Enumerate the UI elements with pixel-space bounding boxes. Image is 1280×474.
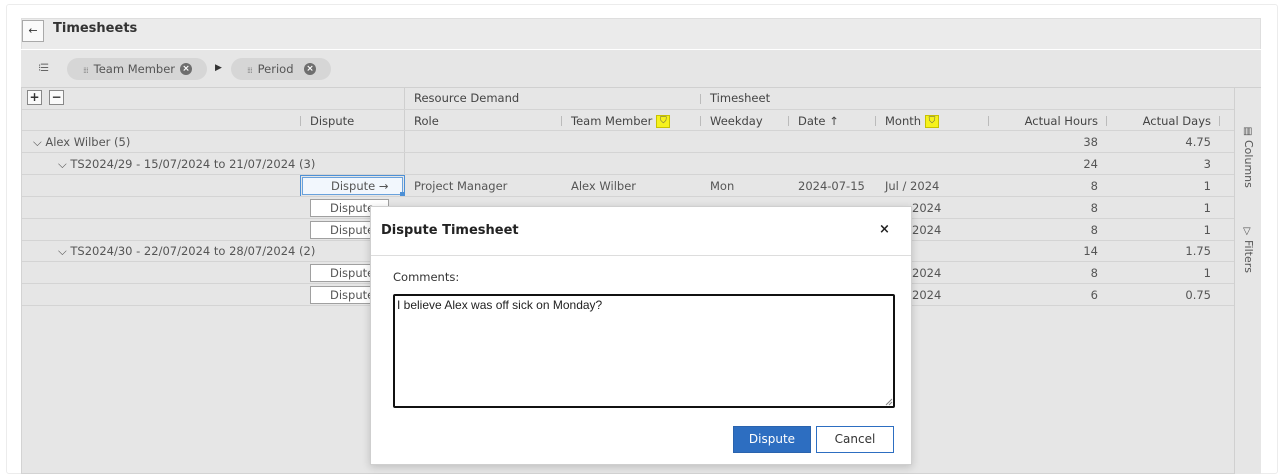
days-cell: 1 [1203,223,1211,237]
column-group-resource-demand: Resource Demand [414,91,520,105]
resize-handle-icon[interactable] [884,397,893,406]
column-header-actual-hours[interactable]: Actual Hours [1000,114,1098,128]
date-cell: 2024-07-15 [798,179,865,193]
caret-right-icon: ▶ [215,63,222,73]
filters-tab[interactable]: Filters [1242,240,1255,273]
hours-cell: 8 [1090,179,1098,193]
close-icon[interactable]: × [879,222,890,237]
remove-chip-icon[interactable]: × [180,63,192,75]
role-cell: Project Manager [414,179,508,193]
drag-handle-icon[interactable]: ⁞⁞⁞ [83,66,89,75]
dispute-cell-button[interactable]: Dispute → [302,177,403,195]
header-separator [300,116,301,126]
month-cell: 2024 [912,223,942,237]
header-separator [875,116,876,126]
columns-tab[interactable]: Columns [1242,140,1255,188]
group-label: TS2024/29 - 15/07/2024 to 21/07/2024 (3) [70,157,316,171]
hours-cell: 8 [1090,266,1098,280]
dialog-title: Dispute Timesheet [381,223,519,238]
filter-active-icon[interactable]: ⛉ [925,115,940,128]
back-button[interactable]: ← [22,20,44,42]
column-header-actual-days[interactable]: Actual Days [1112,114,1211,128]
collapse-all-button[interactable]: − [49,90,64,105]
remove-chip-icon[interactable]: × [304,63,316,75]
group-days: 4.75 [1185,135,1211,149]
column-header-label: Team Member [571,114,653,128]
hours-cell: 8 [1090,223,1098,237]
column-header-dispute[interactable]: Dispute [310,114,354,128]
group-chip-label: Period [257,62,294,76]
header-separator [1106,116,1107,126]
group-row-ts30[interactable]: ⌵ TS2024/30 - 22/07/2024 to 28/07/2024 (… [58,240,315,262]
columns-icon[interactable]: ▥ [1243,126,1252,137]
days-cell: 1 [1203,266,1211,280]
arrow-left-icon: ← [28,24,38,37]
days-cell: 1 [1203,201,1211,215]
group-row-ts29[interactable]: ⌵ TS2024/29 - 15/07/2024 to 21/07/2024 (… [58,153,315,175]
dispute-label: Dispute [331,179,376,193]
team-member-cell: Alex Wilber [571,179,637,193]
month-cell: Jul / 2024 [885,179,940,193]
header-separator [700,116,701,126]
chevron-down-icon[interactable]: ⌵ [58,157,67,171]
group-days: 3 [1203,157,1211,171]
month-cell: 2024 [912,266,942,280]
column-header-weekday[interactable]: Weekday [710,114,763,128]
hours-cell: 6 [1090,288,1098,302]
group-tree-icon: ⁝☰ [38,63,49,74]
group-chip-period[interactable]: ⁞⁞⁞ Period × [231,58,331,80]
month-cell: 2024 [912,201,942,215]
hours-cell: 8 [1090,201,1098,215]
drag-handle-icon[interactable]: ⁞⁞⁞ [247,66,253,75]
group-chip-label: Team Member [93,62,175,76]
column-group-timesheet: Timesheet [710,91,771,105]
group-panel [21,50,1261,88]
header-separator [988,116,989,126]
group-hours: 14 [1083,244,1098,258]
column-header-label: Date [798,114,826,128]
header-separator [561,116,562,126]
column-header-date[interactable]: Date ↑ [798,114,839,128]
column-header-role[interactable]: Role [414,114,439,128]
filter-active-icon[interactable]: ⛉ [656,115,671,128]
filter-icon[interactable]: ▽ [1243,226,1251,237]
dispute-submit-button[interactable]: Dispute [733,426,811,453]
group-days: 1.75 [1185,244,1211,258]
days-cell: 0.75 [1185,288,1211,302]
month-cell: 2024 [912,288,942,302]
group-label: TS2024/30 - 22/07/2024 to 28/07/2024 (2) [70,244,316,258]
page-title: Timesheets [53,21,138,36]
column-header-team-member[interactable]: Team Member ⛉ [571,114,671,128]
column-header-label: Month [885,114,922,128]
group-chip-team-member[interactable]: ⁞⁞⁞ Team Member × [67,58,207,80]
group-row-alex[interactable]: ⌵ Alex Wilber (5) [33,131,130,153]
chevron-down-icon[interactable]: ⌵ [58,244,67,258]
column-header-month[interactable]: Month ⛉ [885,114,940,128]
header-separator [1219,116,1220,126]
arrow-right-icon: → [378,179,389,193]
dialog-divider [371,255,911,256]
days-cell: 1 [1203,179,1211,193]
comments-label: Comments: [393,270,460,284]
header-separator [788,116,789,126]
weekday-cell: Mon [710,179,735,193]
group-hours: 38 [1083,135,1098,149]
sort-ascending-icon: ↑ [829,114,839,128]
header-divider [22,109,1234,110]
cancel-button[interactable]: Cancel [816,426,894,453]
chevron-down-icon[interactable]: ⌵ [33,135,42,149]
pinned-column-divider [404,88,405,176]
expand-all-button[interactable]: + [27,90,42,105]
group-label: Alex Wilber (5) [45,135,131,149]
group-hours: 24 [1083,157,1098,171]
title-bar [21,18,1261,49]
header-separator [700,94,701,104]
comments-textarea[interactable]: I believe Alex was off sick on Monday? [393,294,895,408]
